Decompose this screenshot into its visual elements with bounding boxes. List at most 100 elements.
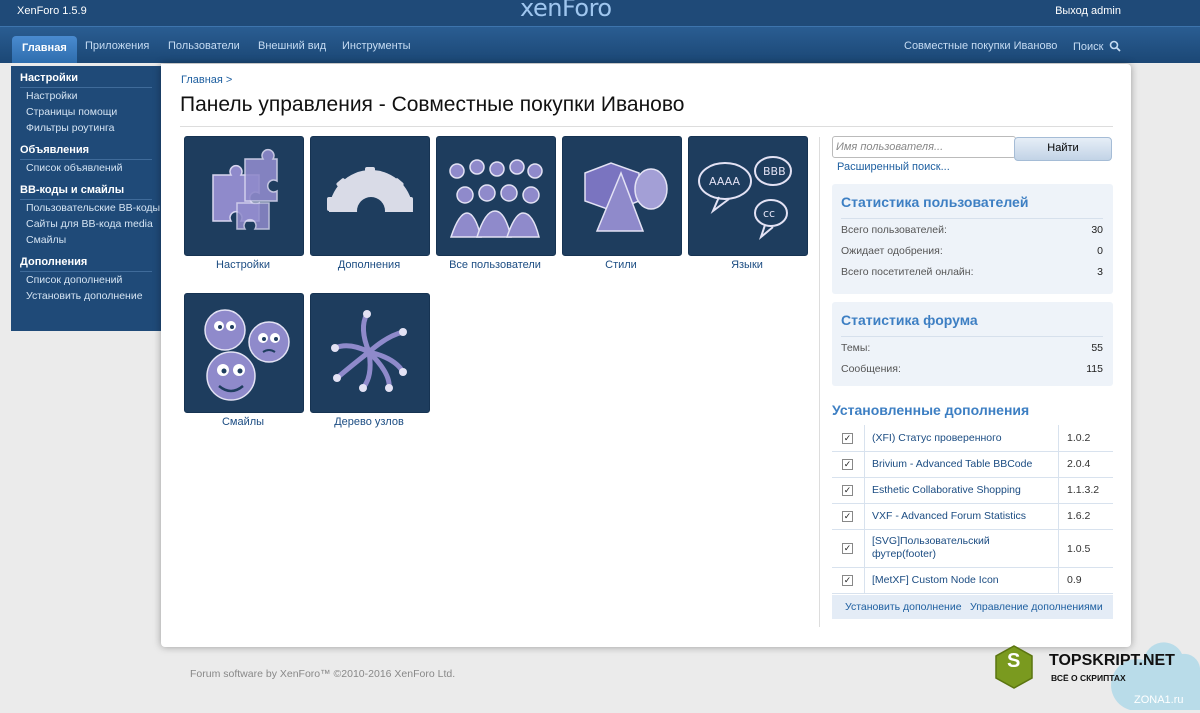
addon-row: ✓ VXF - Advanced Forum Statistics 1.6.2 (832, 503, 1113, 530)
stat-row: Темы: 55 (841, 342, 1103, 354)
manage-addons-link[interactable]: Управление дополнениями (970, 601, 1103, 613)
sidebar-section-title: Дополнения (20, 256, 88, 268)
all-users-tile[interactable] (436, 136, 556, 256)
divider (864, 529, 865, 567)
tab-appearance[interactable]: Внешний вид (258, 40, 326, 52)
stat-row: Всего посетителей онлайн: 3 (841, 266, 1103, 278)
addon-version: 1.0.2 (1067, 432, 1091, 444)
sidebar-item-notices[interactable]: Список объявлений (26, 162, 161, 175)
divider (180, 126, 1113, 127)
addon-name[interactable]: [SVG]Пользовательский футер(footer) (872, 535, 1022, 561)
divider (841, 218, 1103, 219)
all-users-tile-label[interactable]: Все пользователи (430, 259, 560, 271)
addon-version: 0.9 (1067, 574, 1082, 586)
nav-search-link[interactable]: Поиск (1073, 40, 1121, 53)
sidebar-item-bb-codes[interactable]: Пользовательские BB-коды (26, 202, 161, 215)
divider (864, 503, 865, 529)
advanced-search-link[interactable]: Расширенный поиск... (837, 161, 950, 173)
node-tree-tile[interactable] (310, 293, 430, 413)
sidebar-item-help-pages[interactable]: Страницы помощи (26, 106, 161, 119)
breadcrumb: Главная > (181, 74, 232, 86)
addon-name[interactable]: Brivium - Advanced Table BBCode (872, 458, 1052, 471)
stat-label: Ожидает одобрения: (841, 245, 943, 257)
divider (1058, 425, 1059, 451)
languages-tile-label[interactable]: Языки (682, 259, 812, 271)
styles-tile[interactable] (562, 136, 682, 256)
speech-bubbles-icon: AAAA BBB cc (698, 156, 792, 241)
nav-search-label: Поиск (1073, 41, 1104, 53)
logout-link[interactable]: Выход admin (1055, 5, 1121, 17)
find-button[interactable]: Найти (1014, 137, 1112, 161)
breadcrumb-home[interactable]: Главная > (181, 74, 232, 86)
addon-checkbox[interactable]: ✓ (842, 485, 853, 496)
sidebar-item-route-filters[interactable]: Фильтры роутинга (26, 122, 161, 135)
addon-name[interactable]: (XFI) Статус проверенного (872, 432, 1052, 445)
addon-checkbox[interactable]: ✓ (842, 433, 853, 444)
addon-row: ✓ [MetXF] Custom Node Icon 0.9 (832, 567, 1113, 594)
addon-checkbox[interactable]: ✓ (842, 511, 853, 522)
addons-tile[interactable] (310, 136, 430, 256)
styles-tile-label[interactable]: Стили (556, 259, 686, 271)
xenforo-logo[interactable]: xenForo (520, 0, 612, 22)
addon-name[interactable]: VXF - Advanced Forum Statistics (872, 510, 1052, 523)
stat-value: 55 (1091, 342, 1103, 354)
node-tree-icon (331, 310, 407, 392)
stat-row: Ожидает одобрения: 0 (841, 245, 1103, 257)
top-bar: XenForo 1.5.9 xenForo Выход admin (0, 0, 1200, 26)
user-stats-title: Статистика пользователей (841, 194, 1029, 210)
sidebar: Настройки Настройки Страницы помощи Филь… (11, 66, 161, 331)
options-tile-label[interactable]: Настройки (178, 259, 308, 271)
installed-addons-title: Установленные дополнения (832, 402, 1030, 418)
tab-users[interactable]: Пользователи (168, 40, 240, 52)
smilies-tile-label[interactable]: Смайлы (178, 416, 308, 428)
page-title: Панель управления - Совместные покупки И… (180, 93, 685, 116)
sidebar-item-options[interactable]: Настройки (26, 90, 161, 103)
addon-checkbox[interactable]: ✓ (842, 575, 853, 586)
stat-label: Всего посетителей онлайн: (841, 266, 974, 278)
addon-row: ✓ (XFI) Статус проверенного 1.0.2 (832, 425, 1113, 452)
addon-version: 1.0.5 (1067, 543, 1091, 555)
addon-name[interactable]: [MetXF] Custom Node Icon (872, 574, 1052, 587)
stat-value: 0 (1097, 245, 1103, 257)
watermark-site: ZONA1.ru (1134, 694, 1184, 706)
watermark-badge-letter: S (1007, 650, 1021, 672)
divider (20, 199, 152, 200)
tab-applications[interactable]: Приложения (85, 40, 149, 52)
install-addon-link[interactable]: Установить дополнение (845, 601, 962, 613)
options-tile[interactable] (184, 136, 304, 256)
divider (20, 87, 152, 88)
divider (864, 425, 865, 451)
smilies-tile[interactable] (184, 293, 304, 413)
addon-checkbox[interactable]: ✓ (842, 459, 853, 470)
addons-tile-label[interactable]: Дополнения (304, 259, 434, 271)
divider (819, 137, 820, 627)
sidebar-section-title: Объявления (20, 144, 90, 156)
tab-tools[interactable]: Инструменты (342, 40, 411, 52)
addon-version: 1.1.3.2 (1067, 484, 1100, 496)
main-navigation: Главная Приложения Пользователи Внешний … (0, 26, 1200, 63)
gear-icon (311, 167, 429, 255)
smiley-faces-icon (204, 309, 290, 401)
sidebar-item-smilies[interactable]: Смайлы (26, 234, 161, 247)
sidebar-item-addon-list[interactable]: Список дополнений (26, 274, 161, 287)
divider (864, 477, 865, 503)
tab-home[interactable]: Главная (12, 36, 77, 63)
stat-label: Темы: (841, 342, 871, 354)
sidebar-item-bb-code-media[interactable]: Сайты для BB-кода media (26, 218, 161, 231)
sidebar-section-title: BB-коды и смайлы (20, 184, 125, 196)
watermark: S TOPSKRIPT.NET ВСЁ О СКРИПТАХ ZONA1.ru (994, 632, 1200, 710)
username-search-input[interactable] (832, 136, 1016, 158)
node-tree-tile-label[interactable]: Дерево узлов (304, 416, 434, 428)
addon-checkbox[interactable]: ✓ (842, 543, 853, 554)
forum-stats-panel: Статистика форума Темы: 55 Сообщения: 115 (832, 302, 1113, 386)
svg-text:AAAA: AAAA (709, 175, 740, 188)
addon-row: ✓ [SVG]Пользовательский футер(footer) 1.… (832, 529, 1113, 568)
sidebar-item-install-addon[interactable]: Установить дополнение (26, 290, 161, 303)
divider (1058, 567, 1059, 593)
addon-name[interactable]: Esthetic Collaborative Shopping (872, 484, 1052, 497)
stat-row: Всего пользователей: 30 (841, 224, 1103, 236)
footer-copyright: Forum software by XenForo™ ©2010-2016 Xe… (190, 668, 456, 680)
languages-tile[interactable]: AAAA BBB cc (688, 136, 808, 256)
forum-home-link[interactable]: Совместные покупки Иваново (904, 40, 1057, 52)
divider (1058, 477, 1059, 503)
